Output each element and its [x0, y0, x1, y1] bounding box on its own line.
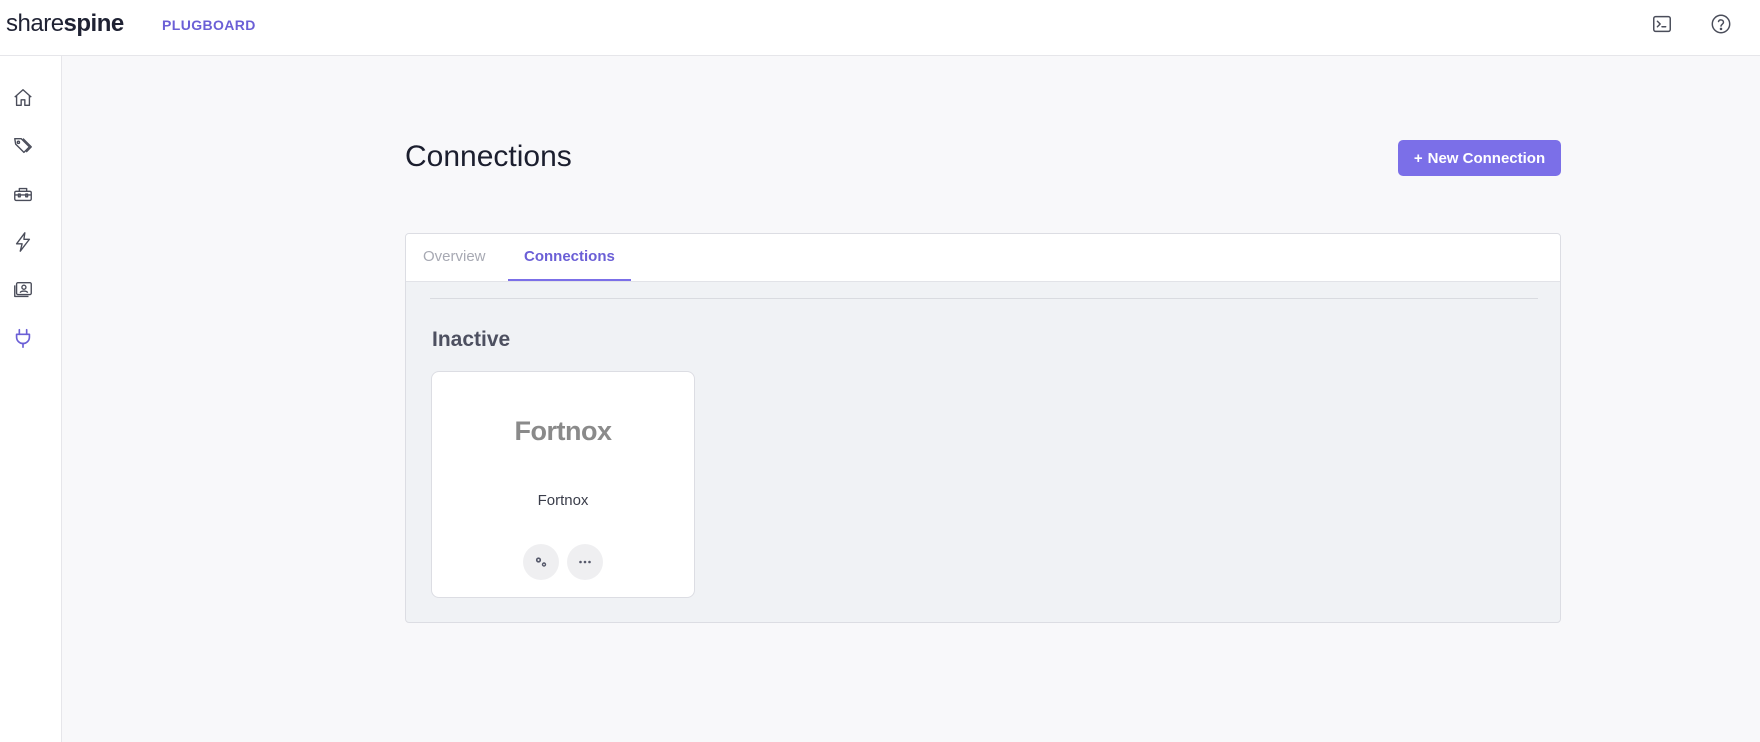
section-title-inactive: Inactive — [432, 328, 511, 351]
toolbox-icon — [14, 187, 32, 202]
sidebar-item-contacts[interactable] — [10, 277, 36, 303]
brand-light-text: share — [6, 10, 64, 37]
connection-card-fortnox[interactable]: Fortnox Fortnox — [431, 371, 695, 598]
lightning-icon — [15, 232, 31, 252]
fortnox-logo: Fortnox — [514, 416, 613, 446]
help-icon[interactable] — [1709, 12, 1733, 36]
contacts-icon — [14, 281, 32, 298]
sidebar-item-home[interactable] — [10, 85, 36, 111]
connection-name: Fortnox — [537, 492, 589, 509]
sidebar-item-automations[interactable] — [10, 229, 36, 255]
active-tab-indicator — [508, 279, 631, 281]
connection-settings-button[interactable] — [523, 544, 559, 580]
tab-connections[interactable]: Connections — [524, 248, 615, 265]
section-divider — [430, 298, 1538, 299]
home-icon — [14, 89, 32, 107]
brand-logo[interactable]: sharespine — [6, 10, 124, 38]
more-icon — [579, 560, 591, 564]
brand-bold-text: spine — [63, 10, 125, 37]
product-name: PLUGBOARD — [162, 17, 256, 33]
top-bar: sharespine PLUGBOARD — [0, 0, 1760, 56]
connection-more-button[interactable] — [567, 544, 603, 580]
plug-icon — [15, 328, 31, 348]
plus-icon: + — [1413, 149, 1423, 167]
settings-icon — [535, 557, 547, 567]
new-connection-button[interactable]: + New Connection — [1398, 140, 1561, 176]
tab-overview[interactable]: Overview — [423, 248, 486, 265]
terminal-icon[interactable] — [1650, 12, 1674, 36]
connections-panel: Overview Connections Inactive Fortnox Fo… — [405, 233, 1561, 623]
sidebar — [0, 56, 62, 742]
page-title: Connections — [405, 140, 572, 173]
sidebar-item-toolbox[interactable] — [10, 181, 36, 207]
tags-icon — [14, 137, 32, 154]
new-connection-label: New Connection — [1427, 149, 1546, 167]
sidebar-item-tags[interactable] — [10, 133, 36, 159]
tab-bar: Overview Connections — [406, 234, 1560, 282]
sidebar-item-plugboard[interactable] — [10, 325, 36, 351]
